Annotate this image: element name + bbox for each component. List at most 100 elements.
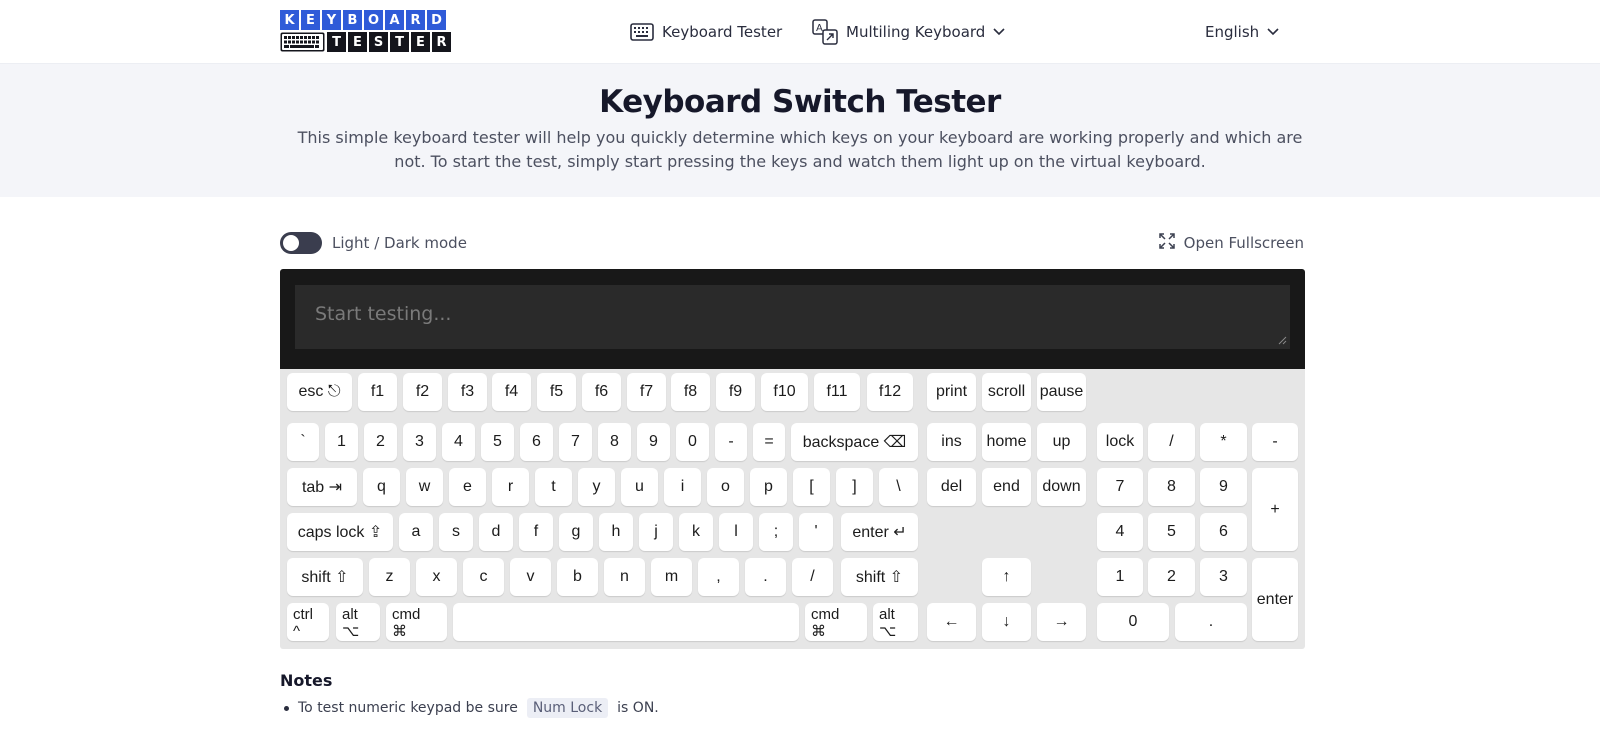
- key-f10[interactable]: f10: [761, 373, 808, 411]
- key-f11[interactable]: f11: [814, 373, 860, 411]
- key-m[interactable]: m: [651, 558, 692, 596]
- key-e[interactable]: e: [449, 468, 486, 506]
- key-a[interactable]: a: [399, 513, 433, 551]
- key-numpad-divide[interactable]: /: [1148, 423, 1195, 461]
- key-l[interactable]: l: [719, 513, 753, 551]
- key-ins[interactable]: ins: [927, 423, 976, 461]
- key-8[interactable]: 8: [598, 423, 631, 461]
- key-f12[interactable]: f12: [867, 373, 913, 411]
- key-f1[interactable]: f1: [358, 373, 397, 411]
- key-x[interactable]: x: [416, 558, 457, 596]
- key-numpad-0[interactable]: 0: [1097, 603, 1169, 641]
- key-esc[interactable]: esc ⎋: [287, 373, 352, 411]
- key-home[interactable]: home: [982, 423, 1031, 461]
- key-w[interactable]: w: [406, 468, 443, 506]
- key-numpad-multiply[interactable]: *: [1200, 423, 1247, 461]
- key-t[interactable]: t: [535, 468, 572, 506]
- key-f4[interactable]: f4: [492, 373, 531, 411]
- key-h[interactable]: h: [599, 513, 633, 551]
- key-arrow-up[interactable]: ↑: [982, 558, 1031, 596]
- key-f2[interactable]: f2: [403, 373, 442, 411]
- key-z[interactable]: z: [369, 558, 410, 596]
- language-selector[interactable]: English: [1205, 18, 1279, 46]
- key-backtick[interactable]: `: [287, 423, 319, 461]
- key-numpad-9[interactable]: 9: [1200, 468, 1247, 506]
- key-slash[interactable]: /: [792, 558, 833, 596]
- key-semicolon[interactable]: ;: [759, 513, 793, 551]
- key-o[interactable]: o: [707, 468, 744, 506]
- key-i[interactable]: i: [664, 468, 701, 506]
- key-2[interactable]: 2: [364, 423, 397, 461]
- key-caps-lock[interactable]: caps lock ⇪: [287, 513, 393, 551]
- key-enter[interactable]: enter ↵: [841, 513, 918, 551]
- key-right-shift[interactable]: shift ⇧: [841, 558, 918, 596]
- key-f5[interactable]: f5: [537, 373, 576, 411]
- key-c[interactable]: c: [463, 558, 504, 596]
- key-quote[interactable]: ': [799, 513, 833, 551]
- key-f8[interactable]: f8: [671, 373, 710, 411]
- key-v[interactable]: v: [510, 558, 551, 596]
- key-page-down[interactable]: down: [1037, 468, 1086, 506]
- key-numlock[interactable]: lock: [1097, 423, 1143, 461]
- key-3[interactable]: 3: [403, 423, 436, 461]
- key-backspace[interactable]: backspace ⌫: [791, 423, 918, 461]
- key-left-ctrl[interactable]: ctrl ^: [287, 603, 329, 641]
- key-f3[interactable]: f3: [448, 373, 487, 411]
- open-fullscreen-button[interactable]: Open Fullscreen: [1158, 233, 1304, 253]
- key-numpad-6[interactable]: 6: [1200, 513, 1247, 551]
- key-left-shift[interactable]: shift ⇧: [287, 558, 363, 596]
- key-del[interactable]: del: [927, 468, 976, 506]
- key-6[interactable]: 6: [520, 423, 553, 461]
- key-r[interactable]: r: [492, 468, 529, 506]
- site-logo[interactable]: KEYBOARD TESTER: [280, 10, 470, 54]
- key-numpad-3[interactable]: 3: [1200, 558, 1247, 596]
- key-d[interactable]: d: [479, 513, 513, 551]
- key-left-bracket[interactable]: [: [793, 468, 830, 506]
- key-left-cmd[interactable]: cmd ⌘: [386, 603, 447, 641]
- key-y[interactable]: y: [578, 468, 615, 506]
- key-1[interactable]: 1: [325, 423, 358, 461]
- key-left-alt[interactable]: alt ⌥: [336, 603, 380, 641]
- nav-multiling-dropdown[interactable]: A Multiling Keyboard: [812, 18, 1005, 46]
- key-page-up[interactable]: up: [1037, 423, 1086, 461]
- key-arrow-right[interactable]: →: [1037, 603, 1086, 641]
- key-f[interactable]: f: [519, 513, 553, 551]
- key-scroll[interactable]: scroll: [982, 373, 1031, 411]
- key-f9[interactable]: f9: [716, 373, 755, 411]
- dark-mode-toggle[interactable]: [280, 232, 322, 254]
- key-k[interactable]: k: [679, 513, 713, 551]
- key-p[interactable]: p: [750, 468, 787, 506]
- key-end[interactable]: end: [982, 468, 1031, 506]
- key-right-cmd[interactable]: cmd ⌘: [805, 603, 867, 641]
- nav-keyboard-tester[interactable]: Keyboard Tester: [630, 18, 782, 46]
- key-minus[interactable]: -: [715, 423, 747, 461]
- key-right-bracket[interactable]: ]: [836, 468, 873, 506]
- resize-grip-icon[interactable]: [1277, 335, 1287, 345]
- key-u[interactable]: u: [621, 468, 658, 506]
- key-arrow-down[interactable]: ↓: [982, 603, 1031, 641]
- key-numpad-enter[interactable]: enter: [1252, 558, 1298, 641]
- key-f6[interactable]: f6: [582, 373, 621, 411]
- key-b[interactable]: b: [557, 558, 598, 596]
- key-period[interactable]: .: [745, 558, 786, 596]
- key-numpad-1[interactable]: 1: [1097, 558, 1143, 596]
- key-numpad-2[interactable]: 2: [1148, 558, 1195, 596]
- key-space[interactable]: [453, 603, 799, 641]
- key-0[interactable]: 0: [676, 423, 709, 461]
- key-comma[interactable]: ,: [698, 558, 739, 596]
- key-tab[interactable]: tab ⇥: [287, 468, 357, 506]
- key-s[interactable]: s: [439, 513, 473, 551]
- key-g[interactable]: g: [559, 513, 593, 551]
- key-9[interactable]: 9: [637, 423, 670, 461]
- key-q[interactable]: q: [363, 468, 400, 506]
- test-input[interactable]: [295, 285, 1290, 349]
- key-f7[interactable]: f7: [627, 373, 666, 411]
- key-7[interactable]: 7: [559, 423, 592, 461]
- key-print[interactable]: print: [927, 373, 976, 411]
- key-numpad-8[interactable]: 8: [1148, 468, 1195, 506]
- key-arrow-left[interactable]: ←: [927, 603, 976, 641]
- key-j[interactable]: j: [639, 513, 673, 551]
- key-numpad-decimal[interactable]: .: [1175, 603, 1247, 641]
- key-right-alt[interactable]: alt ⌥: [873, 603, 918, 641]
- key-4[interactable]: 4: [442, 423, 475, 461]
